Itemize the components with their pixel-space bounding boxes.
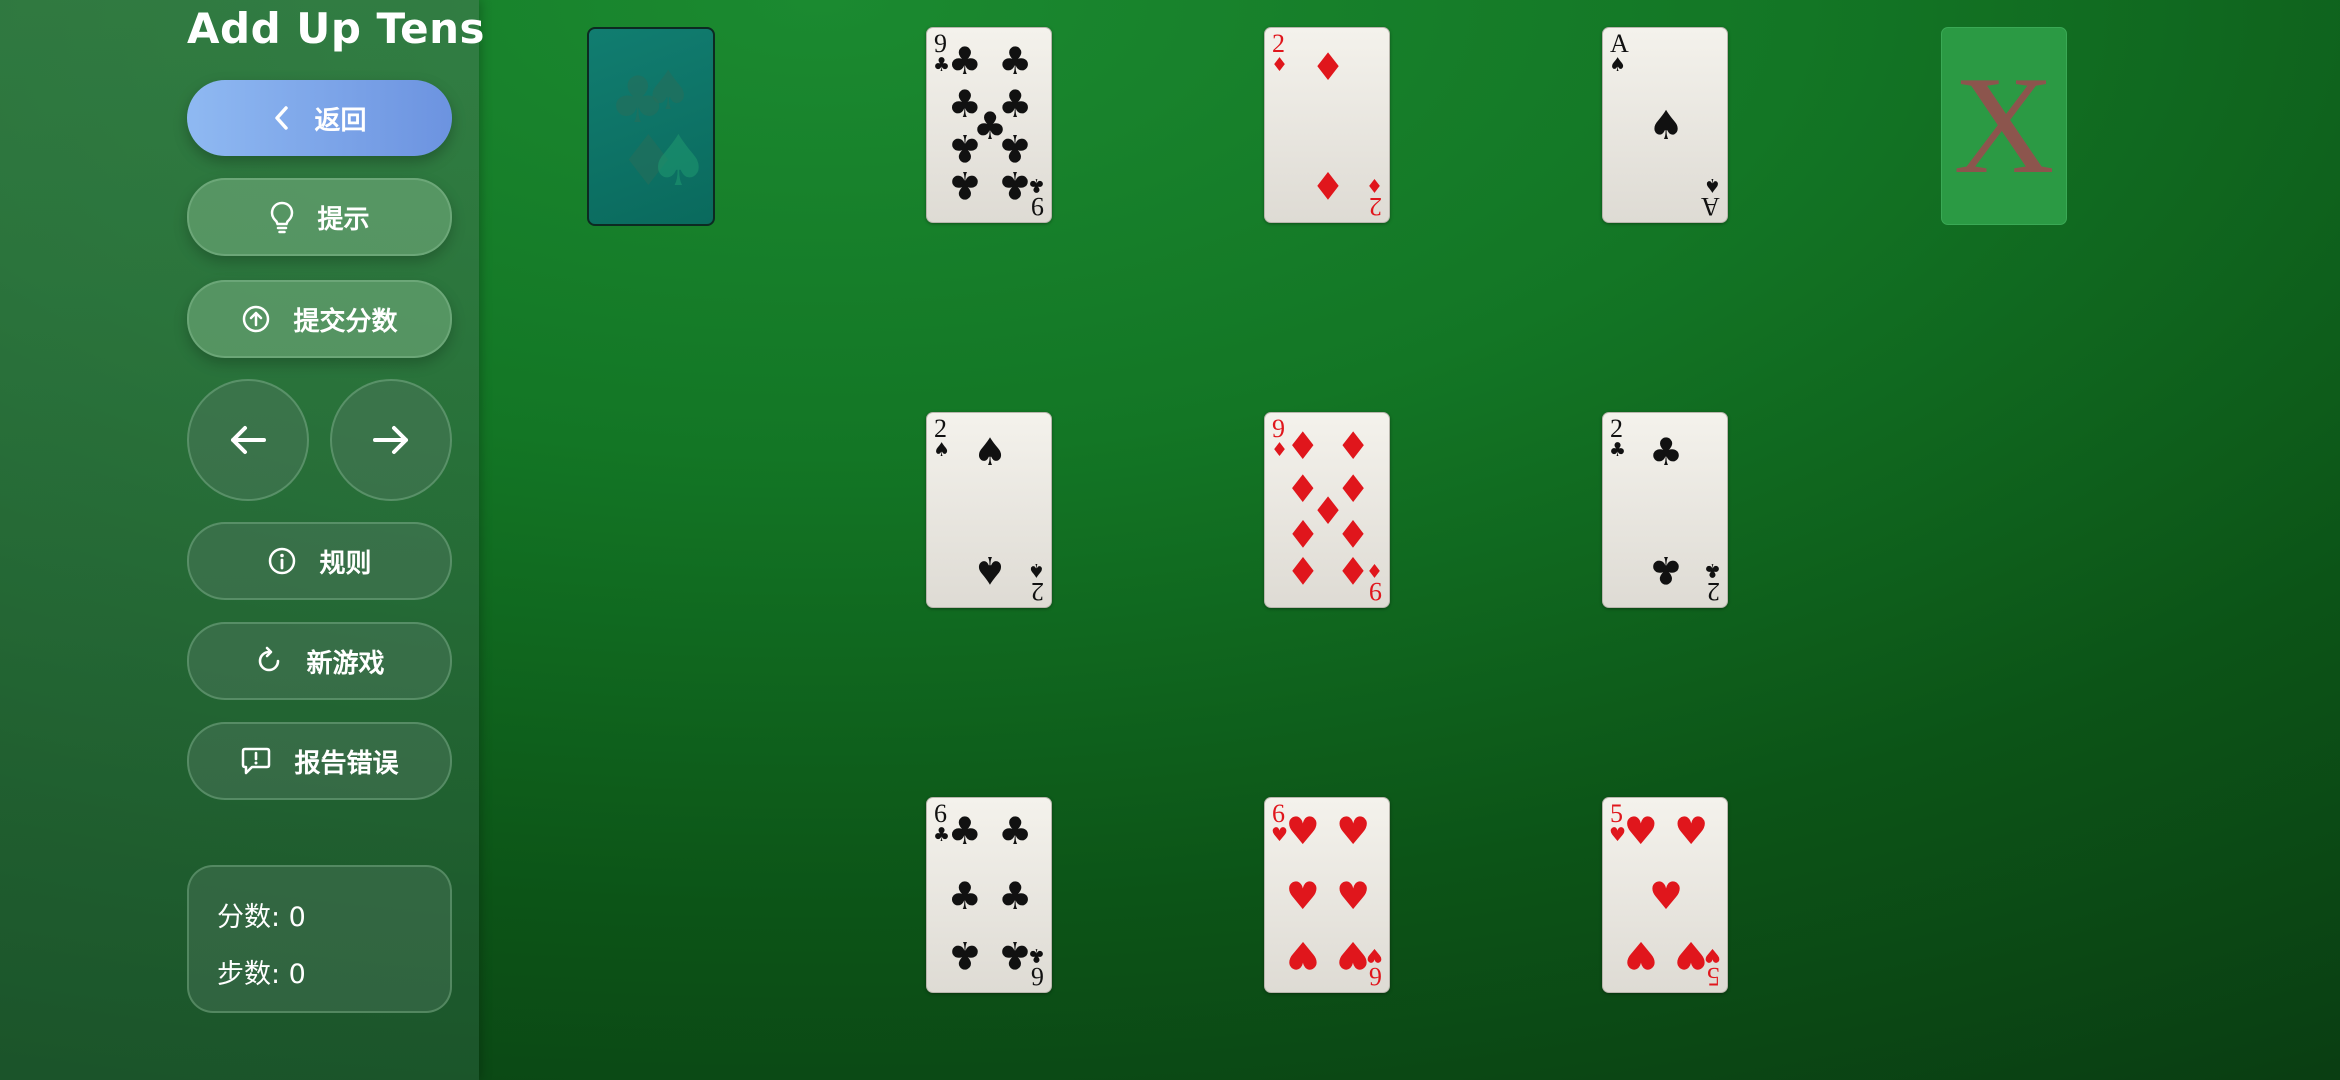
card-suit-icon: ♦ [1271,54,1289,76]
arrow-right-icon [371,424,411,456]
card-rank: 5 [1707,962,1720,991]
refresh-icon [254,646,284,676]
back-button[interactable]: 返回 [187,80,452,156]
card-pip-icon: ♥ [1623,932,1658,977]
card-pip-icon: ♣ [998,162,1033,207]
card-pip-icon: ♦ [1336,424,1371,469]
rules-button-label: 规则 [319,548,372,579]
score-text: 分数: 0 [217,902,306,933]
card-pip-icon: ♣ [998,125,1033,170]
spade-watermark-icon: ♠ [644,59,693,122]
card-pip-icon: ♣ [947,125,982,170]
card-pip-icon: ♣ [947,809,982,854]
card-pip-icon: ♦ [1285,510,1320,555]
report-error-button[interactable]: 报告错误 [187,722,452,800]
card-pip-icon: ♦ [1336,510,1371,555]
new-game-button[interactable]: 新游戏 [187,622,452,700]
card-pip-icon: ♥ [1674,809,1709,854]
card-pip-icon: ♣ [947,932,982,977]
submit-score-label: 提交分数 [293,306,398,337]
card-pip-icon: ♣ [998,874,1033,918]
card-pip-icon: ♦ [1336,547,1371,592]
card-rank: 2 [1707,577,1720,606]
new-game-label: 新游戏 [306,648,385,679]
sidebar: Add Up Tens 返回 提示 提交分数 规则 新游戏 报告错误 分数: 0… [0,0,485,1080]
card-pip-icon: ♣ [1648,547,1684,592]
rules-button[interactable]: 规则 [187,522,452,600]
card-rank: 2 [1031,577,1044,606]
undo-button[interactable] [187,379,309,501]
card-suit-icon: ♠ [1027,559,1045,581]
card-pip-icon: ♥ [1623,809,1658,854]
card-rank: 2 [1369,192,1382,221]
card-rank: 9 [1369,577,1382,606]
card-pip-icon: ♦ [1285,424,1320,469]
playing-card[interactable]: A ♠ A ♠ ♠ [1602,27,1728,223]
moves-text: 步数: 0 [217,959,306,990]
card-pip-icon: ♥ [1336,874,1371,918]
hint-button[interactable]: 提示 [187,178,452,256]
card-pip-icon: ♦ [1285,547,1320,592]
submit-score-button[interactable]: 提交分数 [187,280,452,358]
card-pip-icon: ♥ [1285,932,1320,977]
spade-watermark-icon: ♠ [647,120,710,202]
draw-pile[interactable]: ♣ ♠ ♦ ♠ [587,27,715,226]
upload-circle-icon [241,304,271,334]
discard-pile[interactable]: X [1941,27,2067,225]
card-rank: A [1701,192,1720,221]
playing-card[interactable]: 9 ♦ 9 ♦ ♦ ♦ ♦ ♦ ♦ ♦ ♦ ♦ ♦ [1264,412,1390,608]
stats-panel: 分数: 0 步数: 0 [187,865,452,1013]
card-pip-icon: ♦ [1310,162,1346,207]
card-suit-icon: ♣ [1609,439,1627,461]
card-pip-icon: ♣ [947,874,982,918]
card-pip-icon: ♥ [1336,809,1371,854]
card-suit-icon: ♣ [1703,559,1721,581]
card-rank: 9 [1031,192,1044,221]
discard-x-mark: X [1953,48,2055,203]
card-suit-icon: ♦ [1365,174,1383,196]
card-pip-icon: ♣ [1648,430,1684,475]
card-pip-icon: ♥ [1285,809,1320,854]
card-pip-icon: ♠ [1648,103,1684,149]
playing-card[interactable]: 5 ♥ 5 ♥ ♥ ♥ ♥ ♥ ♥ [1602,797,1728,993]
playing-card[interactable]: 2 ♣ 2 ♣ ♣ ♣ [1602,412,1728,608]
card-pip-icon: ♥ [1648,874,1684,918]
playing-card[interactable]: 6 ♣ 6 ♣ ♣ ♣ ♣ ♣ ♣ ♣ [926,797,1052,993]
playing-card[interactable]: 2 ♠ 2 ♠ ♠ ♠ [926,412,1052,608]
playing-card[interactable]: 2 ♦ 2 ♦ ♦ ♦ [1264,27,1390,223]
playing-card[interactable]: 6 ♥ 6 ♥ ♥ ♥ ♥ ♥ ♥ ♥ [1264,797,1390,993]
card-suit-icon: ♠ [1703,174,1721,196]
card-pip-icon: ♦ [1310,45,1346,90]
card-pip-icon: ♥ [1674,932,1709,977]
card-pip-icon: ♣ [947,39,982,84]
card-rank: 6 [1369,962,1382,991]
card-pip-icon: ♠ [972,547,1008,592]
lightbulb-icon [269,200,295,234]
card-pip-icon: ♥ [1336,932,1371,977]
playing-card[interactable]: 9 ♣ 9 ♣ ♣ ♣ ♣ ♣ ♣ ♣ ♣ ♣ ♣ [926,27,1052,223]
chevron-left-icon [272,105,292,131]
info-icon [267,546,297,576]
report-error-label: 报告错误 [294,748,399,779]
card-pip-icon: ♣ [947,162,982,207]
arrow-left-icon [228,424,268,456]
game-title: Add Up Tens [187,4,486,53]
feedback-icon [240,746,272,776]
hint-button-label: 提示 [317,204,370,235]
card-pip-icon: ♣ [998,809,1033,854]
card-suit-icon: ♠ [933,439,951,461]
card-suit-icon: ♠ [1609,54,1627,76]
card-pip-icon: ♠ [972,430,1008,475]
card-rank: 6 [1031,962,1044,991]
card-pip-icon: ♣ [998,39,1033,84]
redo-button[interactable] [330,379,452,501]
back-button-label: 返回 [314,105,367,136]
card-pip-icon: ♥ [1285,874,1320,918]
card-pip-icon: ♣ [998,932,1033,977]
